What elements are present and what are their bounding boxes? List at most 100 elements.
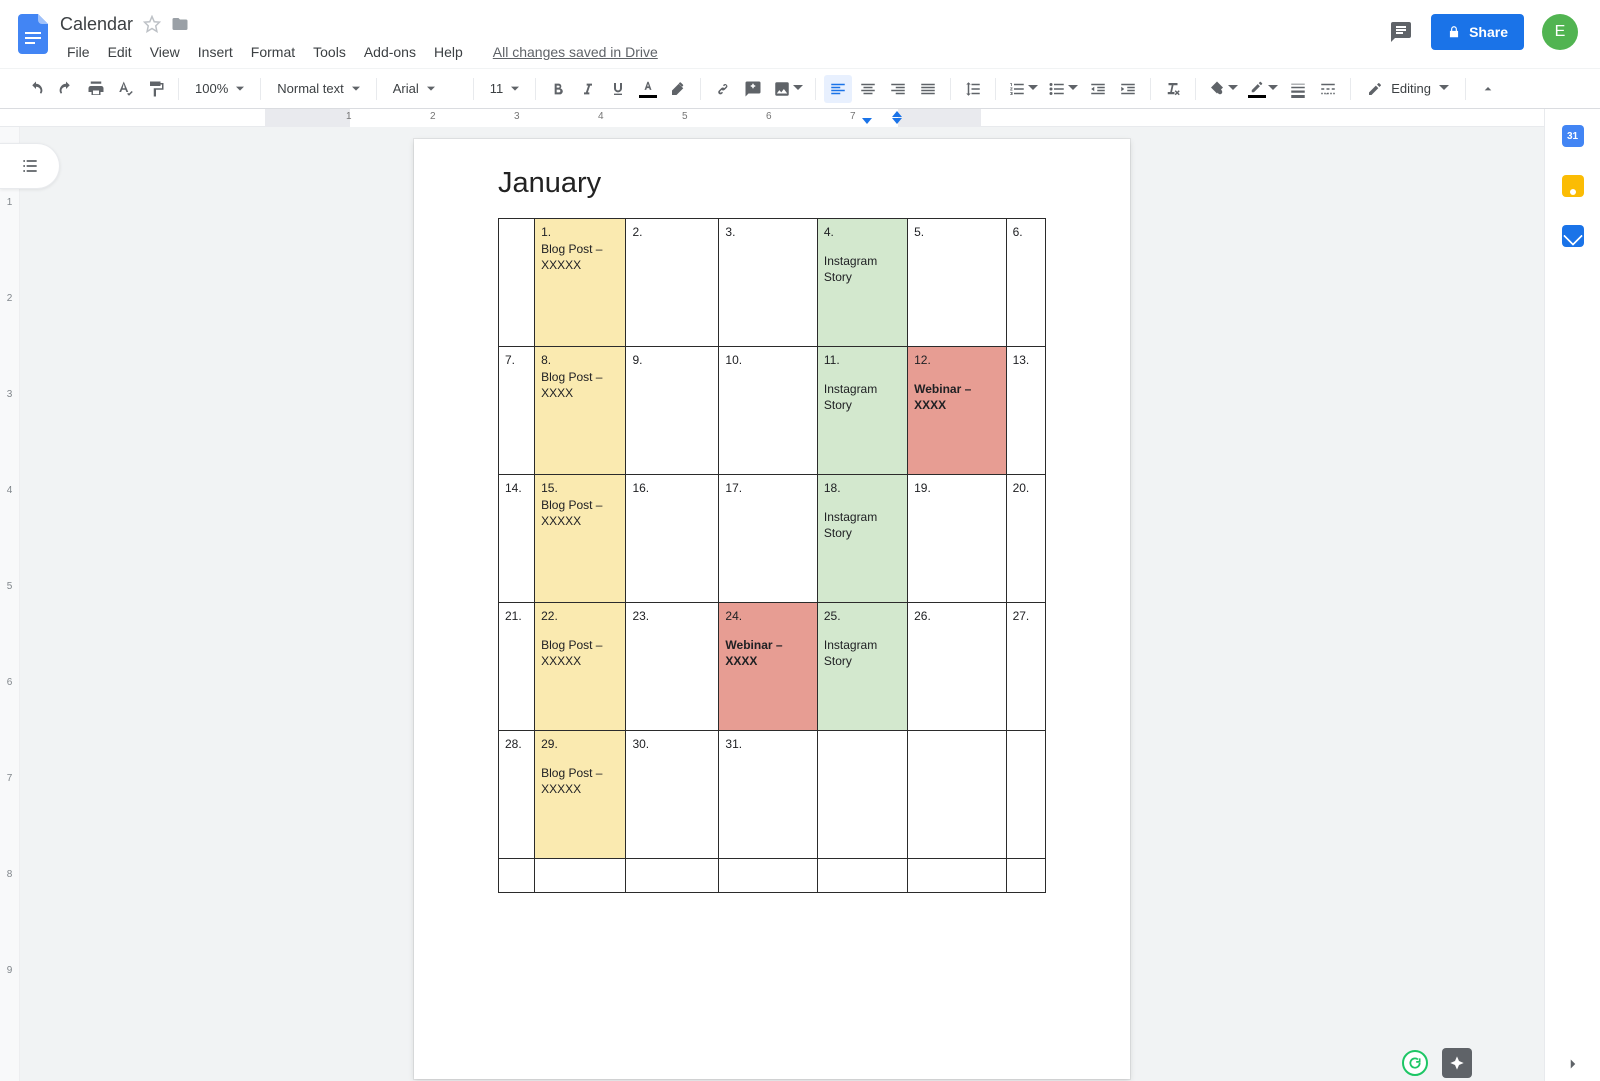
redo-button[interactable] [52, 75, 80, 103]
page-heading[interactable]: January [498, 167, 1046, 200]
italic-button[interactable] [574, 75, 602, 103]
calendar-table[interactable]: 1.Blog Post – XXXXX2.3.4.Instagram Story… [498, 218, 1046, 893]
print-button[interactable] [82, 75, 110, 103]
doc-title[interactable]: Calendar [60, 14, 133, 35]
bold-button[interactable] [544, 75, 572, 103]
menu-format[interactable]: Format [244, 40, 302, 64]
right-indent-marker[interactable] [862, 118, 872, 124]
calendar-cell[interactable]: 22.Blog Post – XXXXX [535, 603, 626, 731]
numbered-list-button[interactable] [1004, 75, 1042, 103]
calendar-cell[interactable]: 19. [908, 475, 1006, 603]
collapse-toolbar-button[interactable] [1474, 75, 1502, 103]
save-status[interactable]: All changes saved in Drive [486, 40, 665, 64]
zoom-select[interactable]: 100% [187, 75, 252, 103]
explore-button[interactable] [1442, 1048, 1472, 1078]
calendar-cell[interactable]: 28. [499, 731, 535, 859]
increase-indent-button[interactable] [1114, 75, 1142, 103]
calendar-cell[interactable]: 6. [1006, 219, 1045, 347]
vertical-ruler[interactable]: 123456789 [0, 127, 20, 1081]
docs-logo-icon[interactable] [14, 14, 54, 54]
left-indent-marker[interactable] [892, 118, 902, 124]
calendar-cell[interactable]: 13. [1006, 347, 1045, 475]
underline-button[interactable] [604, 75, 632, 103]
calendar-cell[interactable]: 21. [499, 603, 535, 731]
google-tasks-icon[interactable] [1562, 225, 1584, 247]
align-center-button[interactable] [854, 75, 882, 103]
highlight-color-button[interactable] [664, 75, 692, 103]
calendar-cell[interactable] [626, 859, 719, 893]
calendar-cell[interactable]: 24.Webinar – XXXX [719, 603, 817, 731]
calendar-cell[interactable]: 23. [626, 603, 719, 731]
border-color-button[interactable] [1244, 75, 1282, 103]
align-right-button[interactable] [884, 75, 912, 103]
calendar-cell[interactable]: 15.Blog Post – XXXXX [535, 475, 626, 603]
calendar-cell[interactable]: 26. [908, 603, 1006, 731]
clear-formatting-button[interactable] [1159, 75, 1187, 103]
document-outline-toggle[interactable] [0, 143, 60, 189]
move-to-folder-icon[interactable] [171, 15, 189, 33]
align-left-button[interactable] [824, 75, 852, 103]
calendar-cell[interactable]: 12.Webinar – XXXX [908, 347, 1006, 475]
calendar-cell[interactable]: 31. [719, 731, 817, 859]
share-button[interactable]: Share [1431, 14, 1524, 50]
font-size-select[interactable]: 11 [482, 75, 528, 103]
calendar-cell[interactable] [535, 859, 626, 893]
calendar-cell[interactable]: 14. [499, 475, 535, 603]
border-width-button[interactable] [1284, 75, 1312, 103]
calendar-cell[interactable]: 9. [626, 347, 719, 475]
decrease-indent-button[interactable] [1084, 75, 1112, 103]
document-page[interactable]: January 1.Blog Post – XXXXX2.3.4.Instagr… [414, 139, 1130, 1079]
grammarly-icon[interactable] [1402, 1050, 1428, 1076]
calendar-cell[interactable]: 5. [908, 219, 1006, 347]
calendar-cell[interactable]: 3. [719, 219, 817, 347]
undo-button[interactable] [22, 75, 50, 103]
menu-file[interactable]: File [60, 40, 97, 64]
calendar-cell[interactable] [499, 859, 535, 893]
bulleted-list-button[interactable] [1044, 75, 1082, 103]
paragraph-style-select[interactable]: Normal text [269, 75, 367, 103]
calendar-cell[interactable]: 2. [626, 219, 719, 347]
calendar-cell[interactable] [1006, 731, 1045, 859]
calendar-cell[interactable]: 18.Instagram Story [817, 475, 907, 603]
calendar-cell[interactable]: 11.Instagram Story [817, 347, 907, 475]
paint-format-button[interactable] [142, 75, 170, 103]
border-style-button[interactable] [1314, 75, 1342, 103]
calendar-cell[interactable]: 7. [499, 347, 535, 475]
google-calendar-icon[interactable]: 31 [1562, 125, 1584, 147]
calendar-cell[interactable]: 17. [719, 475, 817, 603]
text-color-button[interactable] [634, 75, 662, 103]
calendar-cell[interactable]: 27. [1006, 603, 1045, 731]
cell-fill-color-button[interactable] [1204, 75, 1242, 103]
calendar-cell[interactable] [817, 731, 907, 859]
horizontal-ruler[interactable]: 1234567 [0, 109, 1544, 127]
calendar-cell[interactable] [1006, 859, 1045, 893]
calendar-cell[interactable]: 1.Blog Post – XXXXX [535, 219, 626, 347]
insert-link-button[interactable] [709, 75, 737, 103]
calendar-cell[interactable]: 4.Instagram Story [817, 219, 907, 347]
calendar-cell[interactable]: 8.Blog Post – XXXX [535, 347, 626, 475]
calendar-cell[interactable]: 20. [1006, 475, 1045, 603]
editing-mode-select[interactable]: Editing [1359, 75, 1457, 103]
spellcheck-button[interactable] [112, 75, 140, 103]
calendar-cell[interactable] [817, 859, 907, 893]
first-line-indent-marker[interactable] [892, 111, 902, 117]
calendar-cell[interactable] [499, 219, 535, 347]
calendar-cell[interactable]: 30. [626, 731, 719, 859]
menu-help[interactable]: Help [427, 40, 470, 64]
calendar-cell[interactable]: 16. [626, 475, 719, 603]
calendar-cell[interactable] [908, 731, 1006, 859]
menu-edit[interactable]: Edit [101, 40, 139, 64]
calendar-cell[interactable]: 25.Instagram Story [817, 603, 907, 731]
menu-view[interactable]: View [143, 40, 187, 64]
menu-addons[interactable]: Add-ons [357, 40, 423, 64]
star-icon[interactable] [143, 15, 161, 33]
align-justify-button[interactable] [914, 75, 942, 103]
insert-image-button[interactable] [769, 75, 807, 103]
calendar-cell[interactable] [719, 859, 817, 893]
line-spacing-button[interactable] [959, 75, 987, 103]
calendar-cell[interactable]: 10. [719, 347, 817, 475]
insert-comment-button[interactable] [739, 75, 767, 103]
calendar-cell[interactable] [908, 859, 1006, 893]
open-comments-icon[interactable] [1389, 20, 1413, 44]
google-keep-icon[interactable] [1562, 175, 1584, 197]
